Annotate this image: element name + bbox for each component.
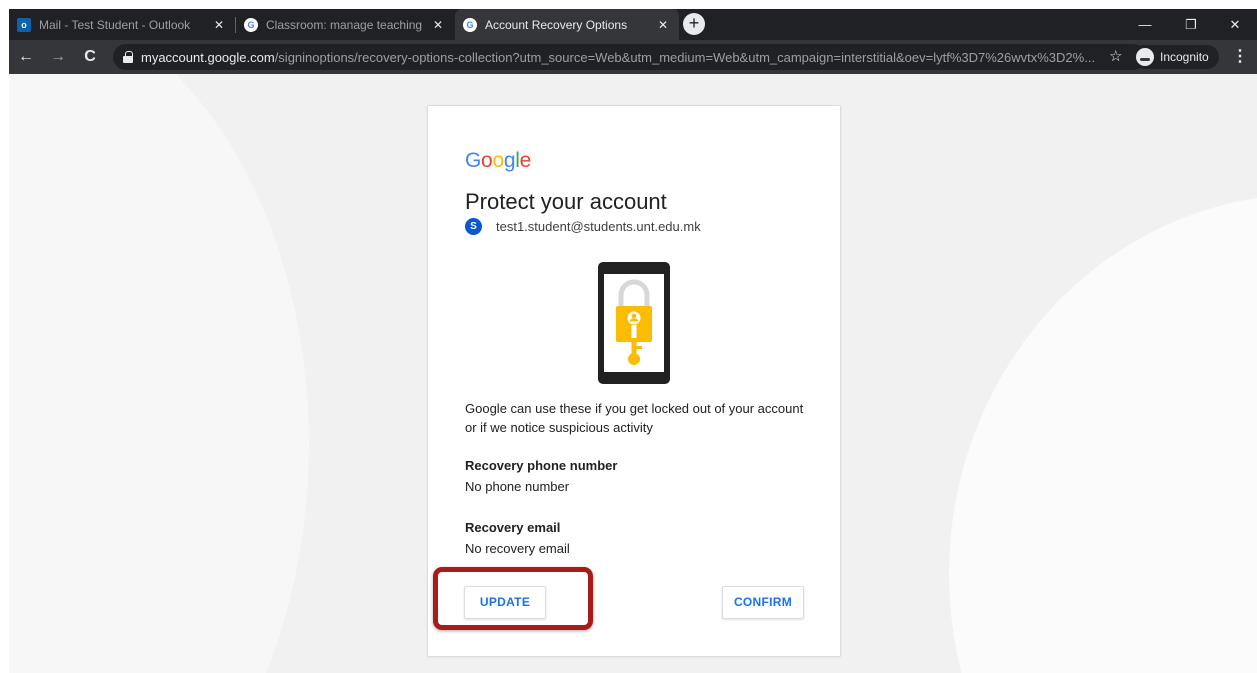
new-tab-button[interactable]: +	[683, 13, 705, 35]
minimize-button[interactable]: —	[1125, 9, 1165, 40]
lock-icon[interactable]	[123, 51, 133, 63]
restore-button[interactable]: ❐	[1171, 9, 1211, 40]
close-icon[interactable]: ✕	[655, 18, 671, 32]
avatar: S	[465, 218, 482, 235]
close-icon[interactable]: ✕	[211, 18, 227, 32]
google-logo: Google	[465, 149, 531, 173]
tab-strip: o Mail - Test Student - Outlook ✕ G Clas…	[9, 9, 1257, 40]
tab-title: Account Recovery Options	[485, 17, 628, 32]
forward-button[interactable]: →	[47, 46, 69, 68]
incognito-indicator[interactable]: Incognito	[1132, 45, 1219, 69]
tab-classroom[interactable]: G Classroom: manage teaching and ✕	[236, 9, 454, 40]
logo-letter: o	[481, 149, 493, 172]
logo-letter: o	[492, 149, 504, 172]
address-bar[interactable]: myaccount.google.com /signinoptions/reco…	[113, 44, 1146, 70]
page-background: Google Protect your account S test1.stud…	[9, 74, 1257, 673]
recovery-email-value: No recovery email	[465, 541, 570, 556]
outlook-icon: o	[17, 17, 31, 32]
google-g-icon: G	[463, 17, 477, 32]
recovery-phone-label: Recovery phone number	[465, 458, 618, 473]
logo-letter: G	[465, 149, 482, 172]
window-close-button[interactable]: ✕	[1215, 9, 1255, 40]
highlight-annotation	[433, 567, 593, 630]
recovery-phone-value: No phone number	[465, 479, 570, 494]
tab-title: Mail - Test Student - Outlook	[39, 17, 191, 32]
url-host: myaccount.google.com	[141, 49, 275, 65]
confirm-button[interactable]: CONFIRM	[722, 586, 804, 619]
browser-toolbar: ← → C myaccount.google.com /signinoption…	[9, 40, 1257, 74]
incognito-icon	[1136, 48, 1154, 66]
google-g-icon: G	[244, 17, 258, 32]
tab-outlook[interactable]: o Mail - Test Student - Outlook ✕	[9, 9, 235, 40]
close-icon[interactable]: ✕	[430, 18, 446, 32]
logo-letter: g	[503, 149, 516, 172]
incognito-label: Incognito	[1160, 50, 1209, 64]
back-button[interactable]: ←	[15, 46, 37, 68]
tab-title: Classroom: manage teaching and	[266, 17, 424, 32]
recovery-email-label: Recovery email	[465, 520, 561, 535]
intro-text: Google can use these if you get locked o…	[465, 401, 804, 435]
phone-lock-key-icon	[598, 262, 670, 384]
reload-button[interactable]: C	[79, 46, 101, 68]
account-row: S test1.student@students.unt.edu.mk	[465, 218, 701, 235]
logo-letter: e	[519, 149, 532, 172]
account-email: test1.student@students.unt.edu.mk	[496, 219, 701, 234]
url-path: /signinoptions/recovery-options-collecti…	[274, 49, 1096, 65]
bookmark-star-icon[interactable]: ☆	[1109, 47, 1122, 65]
page-title: Protect your account	[465, 189, 667, 214]
browser-menu-icon[interactable]: ⋮	[1232, 46, 1248, 66]
browser-tab-bar: o Mail - Test Student - Outlook ✕ G Clas…	[0, 0, 1257, 40]
tab-account-recovery[interactable]: G Account Recovery Options ✕	[455, 9, 679, 40]
